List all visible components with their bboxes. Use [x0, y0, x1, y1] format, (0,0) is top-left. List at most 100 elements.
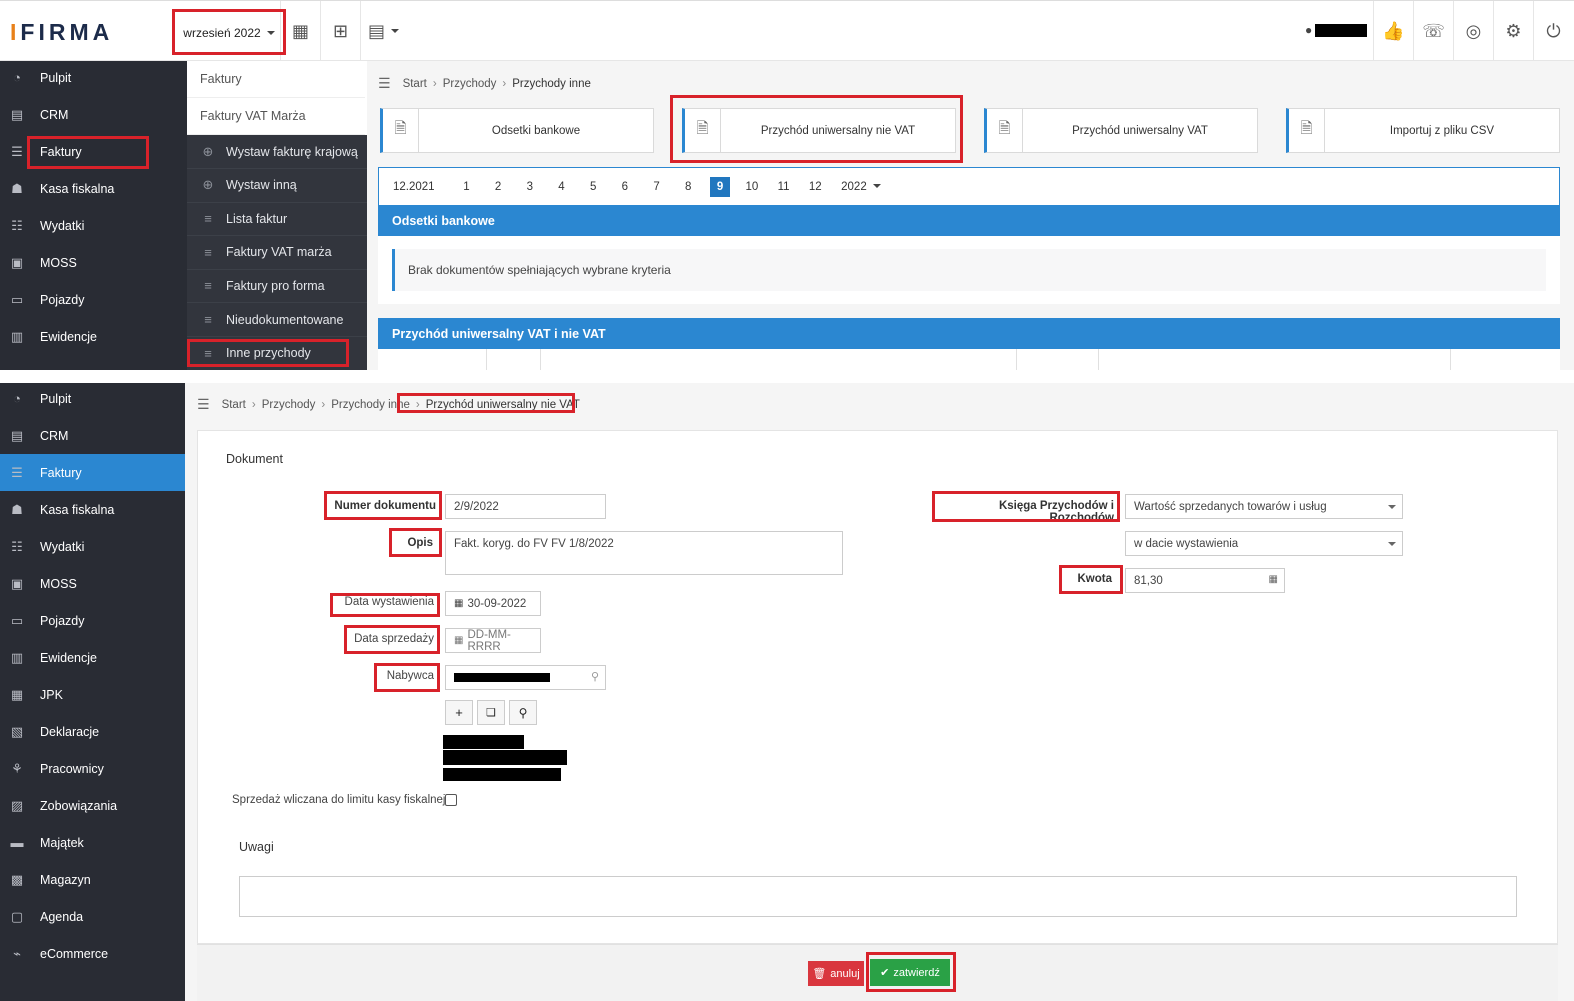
sidebar-item-kasa-fiskalna[interactable]: ☗ Kasa fiskalna	[0, 170, 187, 207]
breadcrumb-przychody[interactable]: Przychody	[443, 78, 497, 90]
copy-contractor-button[interactable]: ❏	[477, 700, 505, 725]
sidebar-item-majątek[interactable]: ▬ Majątek	[0, 824, 185, 861]
submenu-item-faktury-vat-marza[interactable]: Faktury VAT Marża	[187, 98, 365, 135]
submenu-item-wystaw-inną[interactable]: ⊕ Wystaw inną	[187, 169, 367, 203]
sidebar-item-moss[interactable]: ▣ MOSS	[0, 244, 187, 281]
sidebar-item-pracownicy[interactable]: ⚘ Pracownicy	[0, 750, 185, 787]
month-2[interactable]: 2	[482, 181, 514, 193]
submenu-item-wystaw-fakturę-krajową[interactable]: ⊕ Wystaw fakturę krajową	[187, 135, 367, 169]
opis-textarea[interactable]: Fakt. koryg. do FV FV 1/8/2022	[445, 531, 843, 575]
tile-label: Importuj z pliku CSV	[1389, 124, 1495, 137]
sidebar-item-label: Pojazdy	[40, 292, 85, 307]
moss-icon: ▣	[10, 254, 24, 270]
sidebar-item-wydatki[interactable]: ☷ Wydatki	[0, 528, 185, 565]
month-6[interactable]: 6	[609, 181, 641, 193]
confirm-button[interactable]: ✔ zatwierdź	[870, 959, 950, 986]
submenu-item-faktury-pro-forma[interactable]: ≡ Faktury pro forma	[187, 269, 367, 304]
breadcrumb-start[interactable]: Start	[222, 399, 246, 411]
sidebar-item-ewidencje[interactable]: ▥ Ewidencje	[0, 639, 185, 676]
sidebar-item-agenda[interactable]: ▢ Agenda	[0, 898, 185, 935]
user-menu[interactable]: ●	[1305, 23, 1368, 37]
expenses-icon: ☷	[11, 538, 23, 554]
period-selector[interactable]: wrzesień 2022	[172, 10, 286, 56]
month-4[interactable]: 4	[546, 181, 578, 193]
sidebar-item-pulpit[interactable]: ◔ Pulpit	[0, 383, 185, 417]
month-1[interactable]: 1	[451, 181, 483, 193]
sidebar-item-ecommerce[interactable]: ⌁ eCommerce	[0, 935, 185, 972]
sidebar-item-faktury[interactable]: ☰ Faktury	[0, 454, 185, 491]
sidebar-item-moss[interactable]: ▣ MOSS	[0, 565, 185, 602]
year-selector[interactable]: 2022	[841, 181, 881, 193]
calculator-icon[interactable]: ▦	[280, 1, 320, 61]
tile-label: Odsetki bankowe	[491, 124, 581, 137]
sidebar-item-crm[interactable]: ▤ CRM	[0, 96, 187, 133]
sidebar-item-zobowiązania[interactable]: ▨ Zobowiązania	[0, 787, 185, 824]
sidebar-item-pojazdy[interactable]: ▭ Pojazdy	[0, 281, 187, 318]
gear-icon[interactable]: ⚙	[1493, 1, 1533, 61]
submenu-item-nieudokumentowane[interactable]: ≡ Nieudokumentowane	[187, 303, 367, 337]
data-wystawienia-input[interactable]: ▦ 30-09-2022	[445, 591, 541, 616]
add-contractor-button[interactable]: +	[445, 700, 473, 725]
sidebar-item-faktury[interactable]: ☰ Faktury	[0, 133, 187, 170]
ifirma-logo[interactable]: IFIRMA	[10, 19, 113, 46]
tile-przychod-uniwersalny-nie-vat[interactable]: 🗎 Przychód uniwersalny nie VAT	[682, 108, 956, 153]
uwagi-textarea[interactable]	[239, 876, 1517, 917]
submenu-actions: ⊕ Wystaw fakturę krajową ⊕ Wystaw inną ≡ List…	[187, 135, 367, 370]
submenu-item-label: Lista faktur	[226, 211, 288, 226]
month-12[interactable]: 12	[799, 181, 831, 193]
power-icon[interactable]: ⏻	[1533, 1, 1573, 61]
month-5[interactable]: 5	[577, 181, 609, 193]
sidebar-item-ewidencje[interactable]: ▥ Ewidencje	[0, 318, 187, 355]
kwota-input[interactable]: 81,30 ▦	[1125, 568, 1285, 593]
tile-przychod-uniwersalny-vat[interactable]: 🗎 Przychód uniwersalny VAT	[984, 108, 1258, 153]
sidebar-item-kasa-fiskalna[interactable]: ☗ Kasa fiskalna	[0, 491, 185, 528]
month-3[interactable]: 3	[514, 181, 546, 193]
prev-period-link[interactable]: 12.2021	[393, 181, 435, 193]
list-icon: ≡	[204, 345, 212, 361]
tile-odsetki-bankowe[interactable]: 🗎 Odsetki bankowe	[380, 108, 654, 153]
add-document-icon[interactable]: ⊞	[320, 1, 360, 61]
limit-kasy-checkbox[interactable]	[445, 794, 457, 806]
sidebar-item-label: Deklaracje	[40, 724, 100, 739]
cart-icon: ⌁	[13, 945, 21, 961]
menu-toggle-icon[interactable]: ☰	[378, 75, 391, 92]
submenu-item-lista-faktur[interactable]: ≡ Lista faktur	[187, 202, 367, 237]
month-7[interactable]: 7	[641, 181, 673, 193]
chevron-down-icon	[391, 29, 399, 33]
breadcrumb-przychody-inne[interactable]: Przychody inne	[331, 399, 410, 411]
recognition-date-select[interactable]: w dacie wystawienia	[1125, 531, 1403, 556]
breadcrumb-start[interactable]: Start	[403, 78, 427, 90]
thumbs-up-icon[interactable]: 👍	[1373, 1, 1413, 61]
month-10[interactable]: 10	[736, 181, 768, 193]
cash-register-icon: ☗	[11, 180, 23, 196]
submenu-item-faktury-vat-marża[interactable]: ≡ Faktury VAT marża	[187, 236, 367, 270]
menu-toggle-icon[interactable]: ☰	[197, 396, 210, 413]
sidebar-item-magazyn[interactable]: ▩ Magazyn	[0, 861, 185, 898]
cancel-button[interactable]: 🗑 anuluj	[808, 961, 864, 986]
document-list-icon[interactable]: ▤	[360, 1, 406, 61]
sidebar-item-pulpit[interactable]: ◔ Pulpit	[0, 59, 187, 96]
breadcrumb-przychody[interactable]: Przychody	[262, 399, 316, 411]
sidebar-item-wydatki[interactable]: ☷ Wydatki	[0, 207, 187, 244]
month-11[interactable]: 11	[768, 181, 800, 193]
numer-dokumentu-input[interactable]: 2/9/2022	[445, 494, 606, 519]
month-9[interactable]: 9	[710, 176, 731, 197]
sidebar-item-label: eCommerce	[40, 946, 109, 961]
sidebar-item-deklaracje[interactable]: ▧ Deklaracje	[0, 713, 185, 750]
sidebar-item-jpk[interactable]: ▦ JPK	[0, 676, 185, 713]
submenu-item-faktury[interactable]: Faktury	[187, 61, 365, 98]
nabywca-input[interactable]: ⚲	[445, 665, 606, 690]
breadcrumb: ☰ Start › Przychody › Przychody inne	[378, 75, 591, 92]
redacted-buyer	[454, 673, 550, 682]
lifebuoy-icon[interactable]: ◎	[1453, 1, 1493, 61]
search-contractor-button[interactable]: ⚲	[509, 700, 537, 725]
month-8[interactable]: 8	[672, 181, 704, 193]
tile-importuj-csv[interactable]: 🗎 Importuj z pliku CSV	[1286, 108, 1560, 153]
phone-icon[interactable]: ☏	[1413, 1, 1453, 61]
sidebar-item-pojazdy[interactable]: ▭ Pojazdy	[0, 602, 185, 639]
calculator-icon[interactable]: ▦	[1269, 574, 1278, 585]
data-sprzedazy-input[interactable]: ▦ DD-MM-RRRR	[445, 628, 541, 653]
ksiega-select[interactable]: Wartość sprzedanych towarów i usług	[1125, 494, 1403, 519]
sidebar-item-crm[interactable]: ▤ CRM	[0, 417, 185, 454]
submenu-item-inne-przychody[interactable]: ≡ Inne przychody	[187, 337, 367, 370]
